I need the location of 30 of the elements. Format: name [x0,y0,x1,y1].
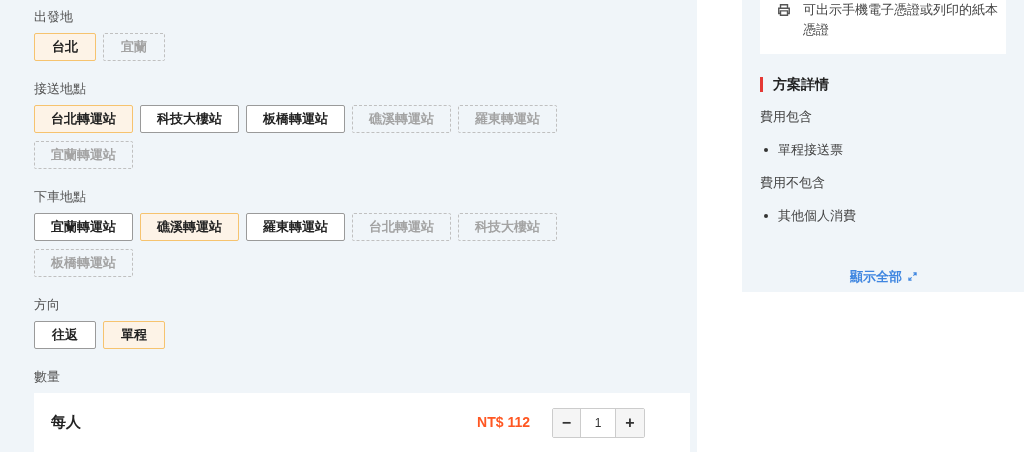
bullet-icon [764,148,768,152]
price: NT$ 112 [477,413,530,432]
option-button[interactable]: 礁溪轉運站 [140,213,239,241]
section-title: 方案詳情 [773,75,829,94]
voucher-note: 可出示手機電子憑證或列印的紙本憑證 [803,1,999,39]
unit-label: 每人 [51,412,81,433]
field-label: 接送地點 [34,81,87,97]
field-label: 下車地點 [34,189,87,205]
option-button[interactable]: 科技大樓站 [140,105,239,133]
list-item: 其他個人消費 [778,208,856,224]
accent-bar [760,77,763,92]
field-label: 數量 [34,369,61,385]
section-heading: 費用包含 [760,109,813,125]
printer-icon [777,3,791,17]
option-button[interactable]: 台北 [34,33,96,61]
section-heading: 費用不包含 [760,175,826,191]
list-item: 單程接送票 [778,142,843,158]
plus-button[interactable]: + [615,408,644,437]
field-label: 出發地 [34,9,74,25]
bullet-icon [764,214,768,218]
option-button[interactable]: 單程 [103,321,165,349]
quantity-stepper[interactable]: − 1 + [552,407,645,438]
option-button[interactable]: 羅東轉運站 [246,213,345,241]
field-label: 方向 [34,297,61,313]
option-button[interactable]: 往返 [34,321,96,349]
option-button[interactable]: 板橋轉運站 [246,105,345,133]
minus-button[interactable]: − [553,408,581,437]
option-button[interactable]: 宜蘭轉運站 [34,213,133,241]
expand-icon [907,272,917,282]
option-button[interactable]: 台北轉運站 [34,105,133,133]
